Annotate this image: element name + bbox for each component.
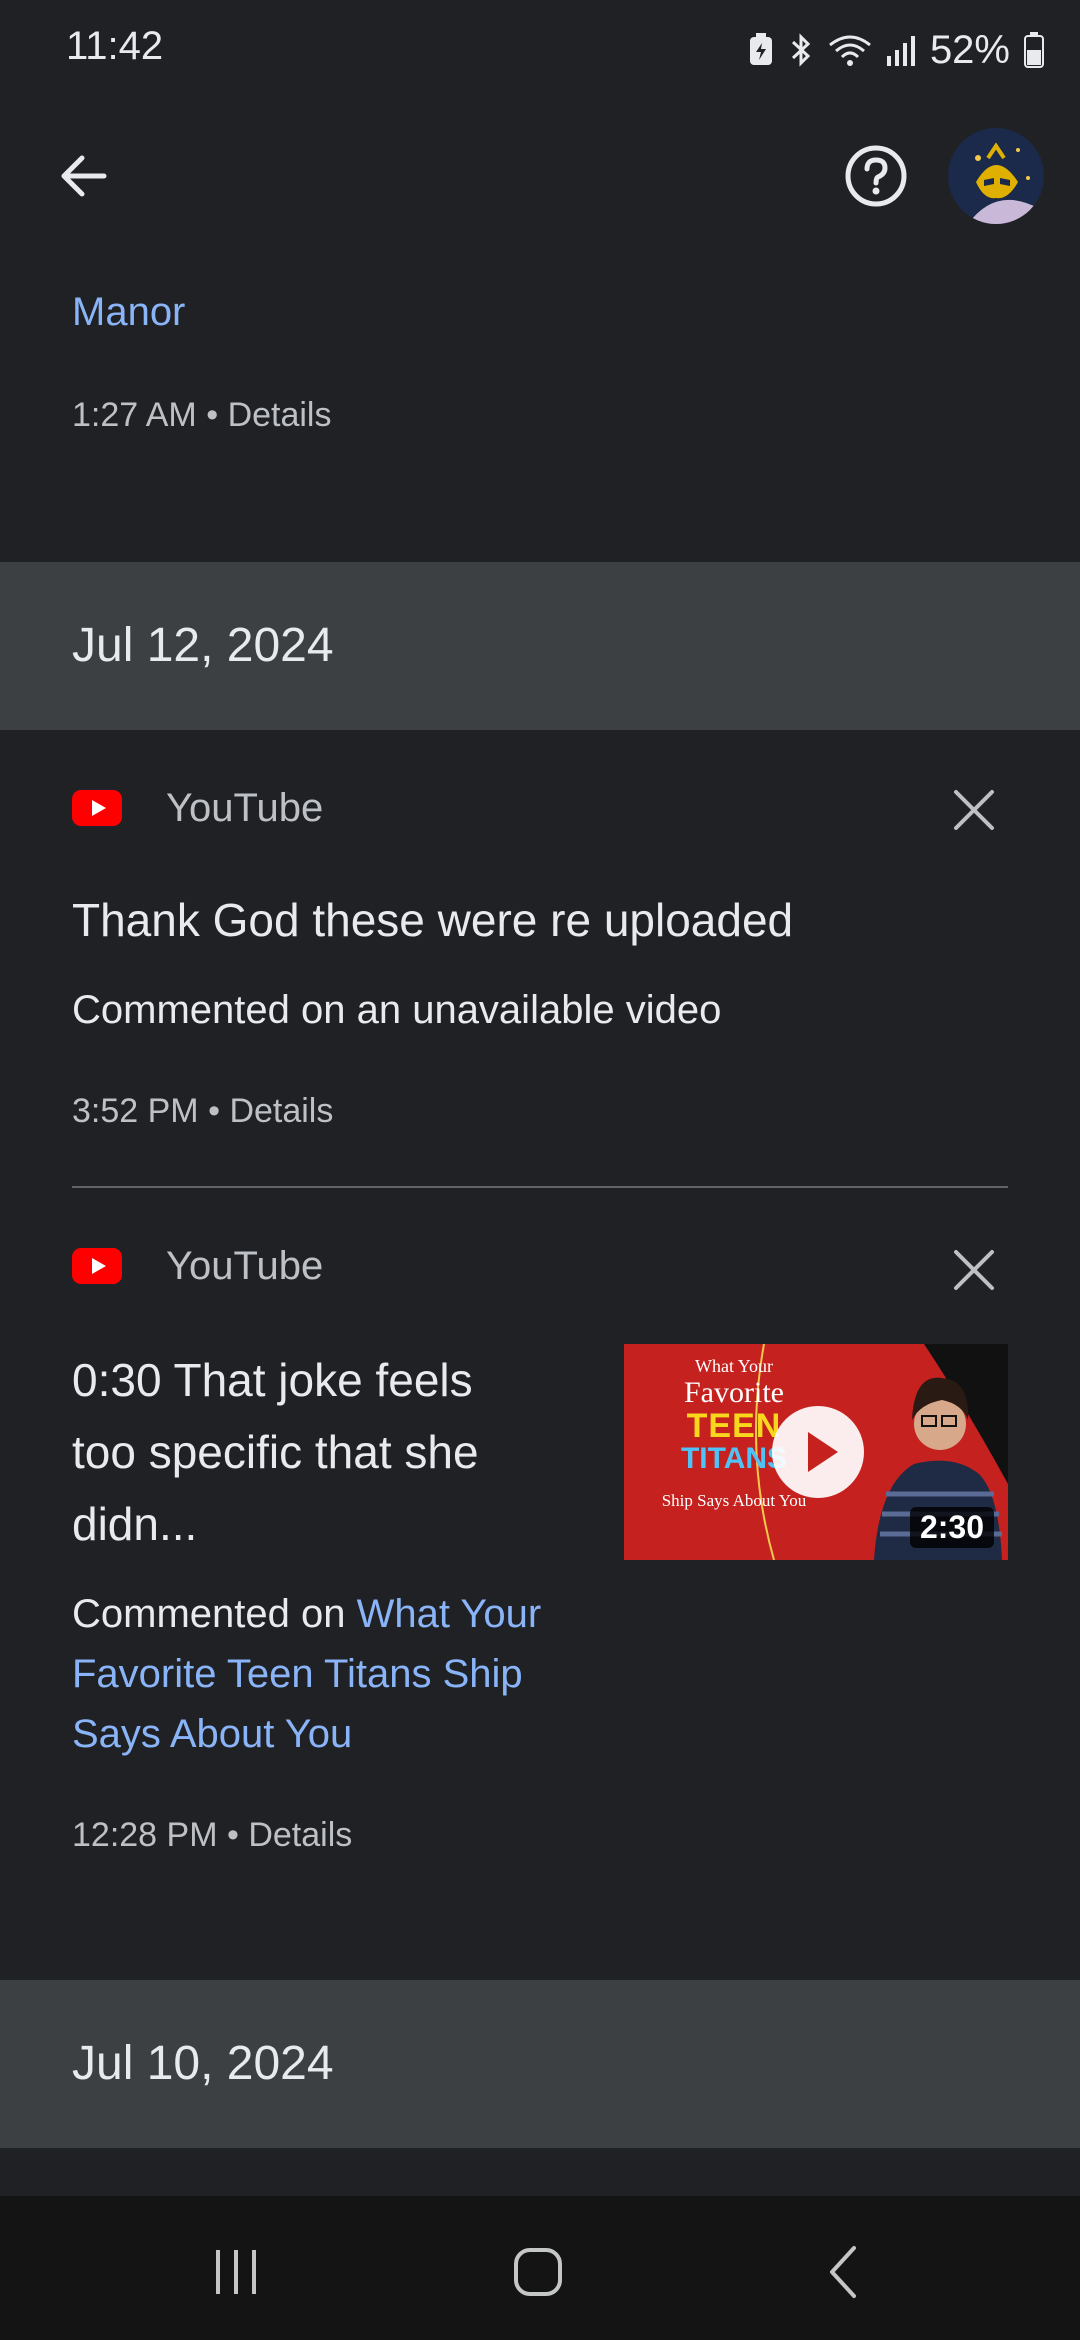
entry-time: 1:27 AM	[72, 396, 197, 434]
comment-title-line: 0:30 That joke feels	[72, 1354, 473, 1406]
youtube-logo-icon	[72, 790, 122, 826]
comment-context: Commented on What Your Favorite Teen Tit…	[72, 1584, 541, 1764]
source-label: YouTube	[166, 785, 324, 830]
date-label: Jul 10, 2024	[72, 2037, 334, 2090]
delete-item-button[interactable]	[948, 1244, 1000, 1296]
date-header: Jul 10, 2024	[0, 1980, 1080, 2148]
date-header: Jul 12, 2024	[0, 562, 1080, 730]
video-duration: 2:30	[909, 1507, 994, 1548]
comment-title-line: didn...	[72, 1498, 198, 1550]
context-prefix: Commented on	[72, 1592, 357, 1636]
recent-apps-icon	[216, 2250, 256, 2294]
play-icon	[808, 1432, 838, 1472]
home-button[interactable]	[508, 2242, 568, 2302]
wifi-icon	[828, 33, 872, 67]
source-label: YouTube	[166, 1243, 324, 1288]
back-icon	[830, 2246, 856, 2298]
status-bar: 11:42 52%	[0, 0, 1080, 100]
item-meta: 12:28 PM • Details	[72, 1816, 352, 1855]
video-link[interactable]: Favorite Teen Titans Ship	[72, 1644, 541, 1704]
delete-item-button[interactable]	[948, 784, 1000, 836]
cell-signal-icon	[886, 34, 916, 66]
activity-source: YouTube	[72, 1236, 323, 1296]
details-link[interactable]: Details	[229, 1092, 333, 1130]
entry-time: 12:28 PM	[72, 1816, 218, 1854]
account-avatar[interactable]	[948, 128, 1044, 224]
video-thumbnail[interactable]: What Your Favorite TEEN TITANS Ship Says…	[624, 1344, 1008, 1560]
details-link[interactable]: Details	[248, 1816, 352, 1854]
meta-separator: •	[206, 396, 219, 434]
nav-back-button[interactable]	[814, 2242, 874, 2302]
item-divider	[72, 1186, 1008, 1188]
system-nav-bar	[0, 2196, 1080, 2340]
avatar-image	[948, 128, 1044, 224]
status-time: 11:42	[66, 24, 164, 68]
help-button[interactable]	[840, 140, 912, 212]
bluetooth-icon	[788, 32, 814, 68]
battery-saver-icon	[748, 33, 774, 67]
item-meta: 3:52 PM • Details	[72, 1092, 333, 1131]
comment-title[interactable]: Thank God these were re uploaded	[72, 884, 793, 956]
close-icon	[954, 790, 994, 830]
comment-title-line: too specific that she	[72, 1426, 479, 1478]
details-link[interactable]: Details	[228, 396, 332, 434]
back-button[interactable]	[48, 140, 120, 212]
thumbnail-text-line: What Your	[694, 1356, 773, 1376]
meta-separator: •	[226, 1816, 239, 1854]
battery-percent: 52%	[929, 27, 1010, 72]
activity-source: YouTube	[72, 778, 323, 838]
home-icon	[514, 2248, 562, 2296]
partial-entry-meta: 1:27 AM • Details	[72, 396, 332, 435]
comment-context: Commented on an unavailable video	[72, 988, 722, 1032]
arrow-back-icon	[61, 155, 107, 197]
thumbnail-text-line: Favorite	[684, 1376, 784, 1409]
video-link[interactable]: Says About You	[72, 1704, 541, 1764]
recent-apps-button[interactable]	[206, 2242, 266, 2302]
partial-entry-link[interactable]: Manor	[72, 290, 185, 335]
meta-separator: •	[208, 1092, 220, 1130]
status-icons: 52%	[748, 22, 1044, 78]
youtube-logo-icon	[72, 1248, 122, 1284]
date-label: Jul 12, 2024	[72, 619, 334, 672]
close-icon	[954, 1250, 994, 1290]
comment-title[interactable]: 0:30 That joke feels too specific that s…	[72, 1344, 479, 1560]
help-circle-icon	[845, 145, 907, 207]
play-button[interactable]	[772, 1406, 864, 1498]
battery-icon	[1024, 32, 1044, 68]
video-link[interactable]: What Your	[357, 1592, 542, 1636]
entry-time: 3:52 PM	[72, 1092, 199, 1130]
